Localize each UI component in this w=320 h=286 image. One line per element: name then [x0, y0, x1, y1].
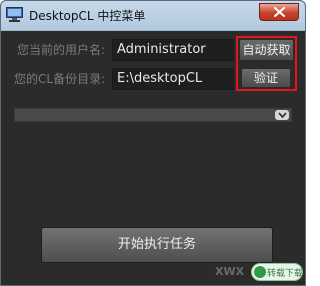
watermark-badge-text: 转载下载 [267, 269, 304, 279]
watermark-dot-icon [254, 266, 266, 278]
backup-dir-field[interactable]: E:\desktopCL [112, 68, 234, 90]
task-dropdown[interactable] [14, 108, 292, 122]
main-window: DesktopCL 中控菜单 您当前的用户名: Administrator 自动… [0, 0, 306, 286]
username-field[interactable]: Administrator [112, 39, 234, 61]
start-task-button[interactable]: 开始执行任务 [41, 227, 273, 263]
highlight-frame [236, 36, 297, 91]
window-title: DesktopCL 中控菜单 [29, 9, 146, 23]
watermark-logo: XWX [215, 265, 245, 278]
username-label: 您当前的用户名: [17, 43, 106, 57]
chevron-down-icon [278, 112, 287, 118]
watermark: XWX 转载下载 [215, 263, 303, 283]
backup-dir-label: 您的CL备份目录: [14, 72, 106, 86]
client-area: 您当前的用户名: Administrator 自动获取 您的CL备份目录: E:… [1, 31, 305, 285]
watermark-badge: 转载下载 [251, 263, 303, 281]
dropdown-arrow-button[interactable] [275, 110, 289, 120]
close-icon [274, 7, 285, 17]
monitor-icon [6, 7, 23, 22]
title-bar[interactable]: DesktopCL 中控菜单 [1, 1, 305, 31]
close-button[interactable] [259, 3, 299, 21]
